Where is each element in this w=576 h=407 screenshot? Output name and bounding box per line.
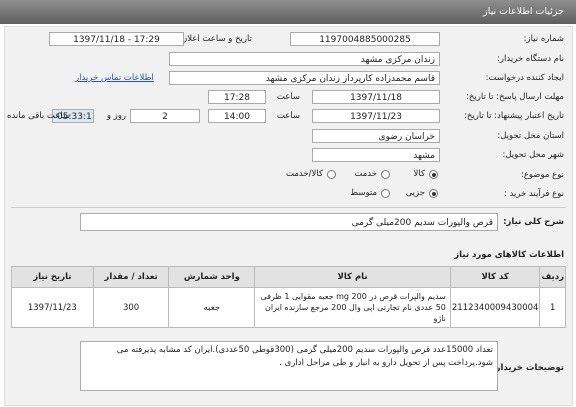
goods-table: ردیف کد کالا نام کالا واحد شمارش تعداد /…: [11, 266, 566, 328]
col-row: ردیف: [539, 266, 566, 288]
process-radio-minor[interactable]: [429, 189, 438, 198]
col-date: تاریخ نیاز: [11, 266, 94, 288]
announce-field: 1397/11/18 - 17:29: [49, 32, 184, 46]
process-radio-medium[interactable]: [381, 189, 390, 198]
price-deadline-time: 14:00: [208, 109, 266, 123]
province-label: استان محل تحویل:: [497, 131, 564, 141]
goods-section-title: اطلاعات کالاهای مورد نیاز: [454, 250, 564, 260]
need-number-field: 1197004885000285: [290, 32, 440, 46]
process-option-medium: متوسط: [350, 188, 377, 198]
remaining-days-field: 2: [130, 109, 200, 123]
price-deadline-date: 1397/11/23: [312, 109, 440, 123]
need-number-label: شماره نیاز:: [523, 34, 564, 44]
cell-row: 1: [539, 287, 566, 328]
city-label: شهر محل تحویل:: [502, 150, 564, 160]
category-option-goods: کالا: [413, 169, 425, 179]
goods-table-header: ردیف کد کالا نام کالا واحد شمارش تعداد /…: [11, 266, 566, 288]
remaining-time-label: ساعت باقی مانده: [7, 111, 71, 121]
divider: [11, 207, 566, 208]
category-option-service: خدمت: [354, 169, 377, 179]
send-deadline-time-label: ساعت: [276, 92, 300, 102]
process-label: نوع فرآیند خرید :: [503, 189, 564, 199]
col-qty: تعداد / مقدار: [92, 266, 170, 288]
col-code: کد کالا: [449, 266, 541, 288]
cell-date: 1397/11/23: [11, 287, 94, 328]
summary-label: شرح کلی نیاز:: [503, 217, 564, 227]
cell-name: سدیم والپرات قرص در mg 200 جعبه مقوایی 1…: [254, 287, 451, 328]
notes-field: تعداد 15000عدد قرص والپورات سدیم 200میلی…: [80, 341, 498, 391]
city-field: مشهد: [312, 148, 440, 162]
send-deadline-label: مهلت ارسال پاسخ: تا تاریخ:: [466, 92, 564, 102]
category-option-both: کالا/خدمت: [286, 169, 323, 179]
category-label: نوع موضوع:: [520, 170, 564, 180]
details-panel: ParsNamadData شماره نیاز: 11970048850002…: [4, 26, 573, 406]
send-deadline-time: 17:28: [208, 90, 266, 104]
cell-code: 2112340009430004: [449, 287, 541, 328]
buyer-org-field: زندان مرکزی مشهد: [169, 52, 440, 66]
notes-label: توضیحات خریدار:: [492, 363, 564, 373]
page-title: جزئیات اطلاعات نیاز: [483, 6, 564, 17]
page-header: جزئیات اطلاعات نیاز: [0, 0, 576, 24]
table-row: 1 2112340009430004 سدیم والپرات قرص در m…: [11, 287, 566, 328]
send-deadline-date: 1397/11/18: [312, 90, 440, 104]
remaining-days-label: روز و: [106, 111, 126, 121]
price-deadline-label: تاریخ اعتبار پیشنهاد: تا تاریخ:: [464, 111, 564, 121]
province-field: خراسان رضوی: [312, 129, 440, 143]
requester-label: ایجاد کننده درخواست:: [485, 73, 564, 83]
buyer-org-label: نام دستگاه خریدار:: [497, 54, 564, 64]
category-radio-goods[interactable]: [429, 170, 438, 179]
requester-field: قاسم محمدزاده کارپرداز زندان مرکزی مشهد: [169, 71, 440, 85]
buyer-contact-link[interactable]: اطلاعات تماس خریدار: [75, 73, 154, 83]
price-deadline-time-label: ساعت: [276, 111, 300, 121]
col-unit: واحد شمارش: [168, 266, 256, 288]
cell-unit: جعبه: [168, 287, 256, 328]
process-option-minor: جزیی: [405, 188, 425, 198]
col-name: نام کالا: [254, 266, 451, 288]
category-radio-both[interactable]: [327, 170, 336, 179]
cell-qty: 300: [92, 287, 170, 328]
category-radio-service[interactable]: [381, 170, 390, 179]
summary-field: قرص والپورات سدیم 200میلی گرمی: [80, 213, 498, 231]
